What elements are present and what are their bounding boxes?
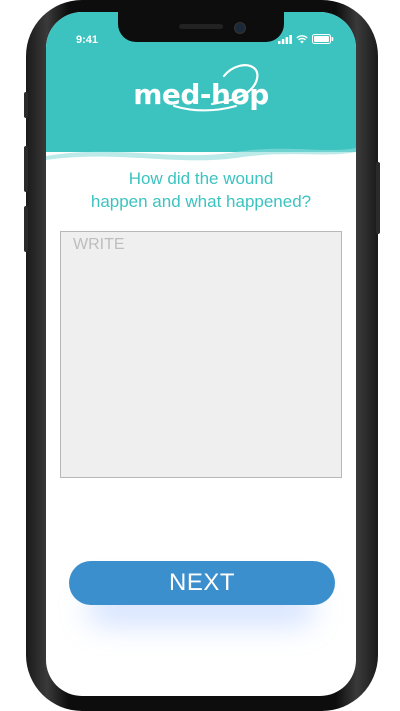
- app-screen: 9:41 med-hop How did the wound happen an…: [46, 12, 356, 696]
- camera-icon: [234, 22, 246, 34]
- silent-switch: [24, 92, 28, 118]
- wound-description-input[interactable]: [60, 231, 342, 478]
- question-line-1: How did the wound: [128, 169, 274, 188]
- power-button: [376, 162, 380, 234]
- volume-down-button: [24, 206, 28, 252]
- med-hop-logo: med-hop: [46, 62, 356, 122]
- status-icons: [278, 34, 334, 44]
- device-notch: [118, 12, 284, 42]
- wifi-icon: [296, 34, 308, 43]
- question-line-2: happen and what happened?: [90, 192, 312, 211]
- battery-icon: [312, 34, 334, 44]
- volume-up-button: [24, 146, 28, 192]
- question-text: How did the wound happen and what happen…: [46, 167, 356, 213]
- header-wave: [46, 130, 356, 161]
- status-time: 9:41: [76, 34, 99, 46]
- speaker-grille: [179, 24, 223, 29]
- next-button[interactable]: NEXT: [69, 561, 335, 605]
- logo-text: med-hop: [133, 78, 269, 111]
- signal-icon: [278, 34, 292, 44]
